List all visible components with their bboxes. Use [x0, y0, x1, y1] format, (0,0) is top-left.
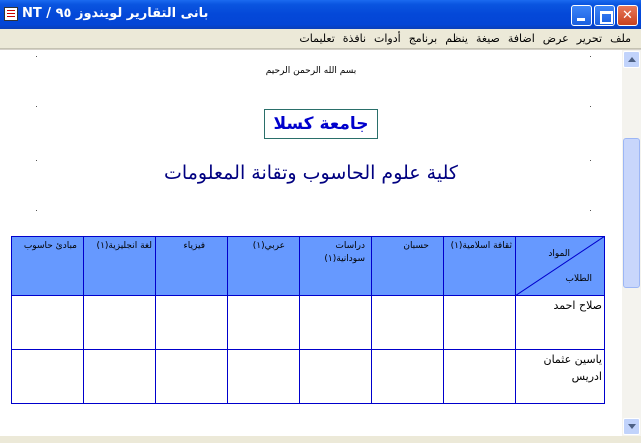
menu-file[interactable]: ملف: [606, 32, 635, 45]
scroll-down-arrow-icon[interactable]: [623, 418, 640, 435]
menu-insert[interactable]: اضافة: [504, 32, 539, 45]
header-subject-cell[interactable]: حسبان: [371, 236, 444, 296]
grid-dot: [36, 160, 37, 161]
grades-table[interactable]: المواد الطلاب ثقافة اسلامية(١) حسبان درا…: [11, 236, 605, 404]
header-subject-cell[interactable]: ثقافة اسلامية(١): [443, 236, 516, 296]
subject-label: دراسات سودانية(١): [324, 241, 365, 264]
minimize-button[interactable]: [571, 5, 592, 26]
grade-cell[interactable]: [443, 295, 516, 350]
header-corner-cell[interactable]: المواد الطلاب: [515, 236, 605, 296]
grid-dot: [36, 106, 37, 107]
grade-cell[interactable]: [227, 349, 300, 404]
bismillah-text[interactable]: بسم الله الرحمن الرحيم: [0, 66, 622, 76]
horizontal-scrollbar[interactable]: [0, 436, 641, 443]
header-students-label: الطلاب: [565, 274, 592, 284]
grid-dot: [36, 56, 37, 57]
grade-cell[interactable]: [371, 349, 444, 404]
grade-cell[interactable]: [83, 349, 156, 404]
subject-label: لغة انجليزية(١): [96, 241, 152, 251]
grid-dot: [590, 210, 591, 211]
student-name-cell[interactable]: ياسين عثمان ادريس: [515, 349, 605, 404]
grade-cell[interactable]: [299, 295, 372, 350]
menu-edit[interactable]: تحرير: [573, 32, 606, 45]
corner-diagonal: [515, 236, 605, 296]
grid-dot: [590, 56, 591, 57]
grade-cell[interactable]: [11, 349, 84, 404]
student-name: صلاح احمد: [553, 299, 603, 312]
grade-cell[interactable]: [11, 295, 84, 350]
menu-bar: ملف تحرير عرض اضافة صيغة ينظم برنامج أدو…: [0, 29, 641, 49]
menu-window[interactable]: نافذة: [339, 32, 370, 45]
faculty-title[interactable]: كلية علوم الحاسوب وتقانة المعلومات: [0, 162, 622, 184]
subject-label: حسبان: [403, 241, 429, 251]
menu-view[interactable]: عرض: [539, 32, 573, 45]
subject-label: مبادئ حاسوب: [23, 241, 77, 251]
maximize-button[interactable]: [594, 5, 615, 26]
header-subject-cell[interactable]: دراسات سودانية(١): [299, 236, 372, 296]
subject-label: فيزياء: [183, 241, 205, 251]
grid-dot: [36, 210, 37, 211]
grade-cell[interactable]: [227, 295, 300, 350]
menu-arrange[interactable]: ينظم: [441, 32, 472, 45]
student-name: ياسين عثمان ادريس: [543, 353, 603, 383]
scroll-up-arrow-icon[interactable]: [623, 51, 640, 68]
grade-cell[interactable]: [155, 295, 228, 350]
menu-program[interactable]: برنامج: [405, 32, 442, 45]
header-subject-cell[interactable]: مبادئ حاسوب: [11, 236, 84, 296]
header-subject-cell[interactable]: لغة انجليزية(١): [83, 236, 156, 296]
grid-dot: [590, 160, 591, 161]
grade-cell[interactable]: [443, 349, 516, 404]
header-subject-cell[interactable]: فيزياء: [155, 236, 228, 296]
grade-cell[interactable]: [371, 295, 444, 350]
grade-cell[interactable]: [83, 295, 156, 350]
header-subjects-label: المواد: [548, 249, 570, 259]
window-title: NT / بانى التقارير لويندوز ٩٥: [22, 6, 209, 21]
close-button[interactable]: [617, 5, 638, 26]
vertical-scrollbar[interactable]: [622, 50, 641, 436]
menu-help[interactable]: تعليمات: [295, 32, 338, 45]
menu-format[interactable]: صيغة: [472, 32, 504, 45]
university-title-box[interactable]: جامعة كسلا: [264, 109, 378, 139]
subject-label: عربي(١): [252, 241, 285, 251]
menu-tools[interactable]: أدوات: [370, 32, 405, 45]
header-subject-cell[interactable]: عربي(١): [227, 236, 300, 296]
title-bar[interactable]: NT / بانى التقارير لويندوز ٩٥: [0, 0, 641, 29]
app-icon[interactable]: [4, 7, 18, 21]
scroll-thumb[interactable]: [623, 138, 640, 288]
grade-cell[interactable]: [299, 349, 372, 404]
student-name-cell[interactable]: صلاح احمد: [515, 295, 605, 350]
grade-cell[interactable]: [155, 349, 228, 404]
subject-label: ثقافة اسلامية(١): [450, 241, 512, 251]
report-canvas[interactable]: بسم الله الرحمن الرحيم جامعة كسلا كلية ع…: [0, 50, 622, 436]
grid-dot: [590, 106, 591, 107]
